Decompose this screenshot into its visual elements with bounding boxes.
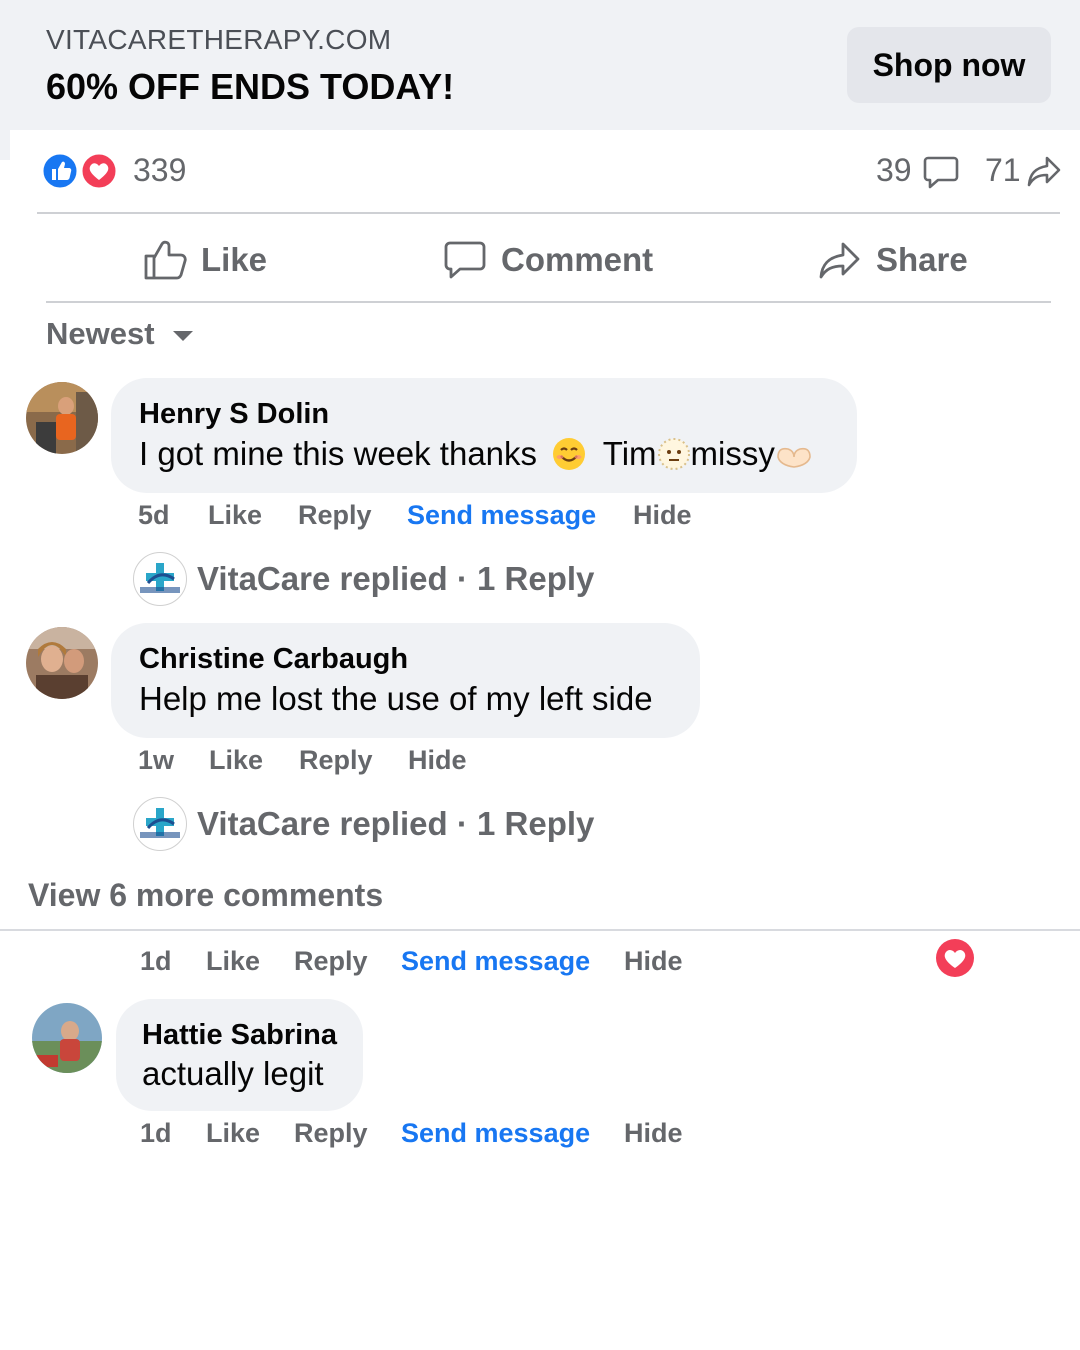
comment-bubble: Henry S Dolin I got mine this week thank…: [111, 378, 857, 493]
comment-text-part: Tim: [602, 435, 657, 472]
comment-reply-button[interactable]: Reply: [294, 946, 368, 977]
view-more-comments-link[interactable]: View 6 more comments: [28, 877, 383, 914]
sort-label: Newest: [46, 316, 155, 351]
comment-bubble-icon: [444, 241, 486, 279]
comment-time[interactable]: 5d: [138, 500, 170, 531]
vitacare-logo: [133, 797, 187, 851]
comment-hide-button[interactable]: Hide: [624, 946, 683, 977]
comment-time[interactable]: 1d: [140, 1118, 172, 1149]
comment-bubble: Christine Carbaugh Help me lost the use …: [111, 623, 700, 738]
thumbs-up-icon: [144, 240, 187, 280]
ad-domain[interactable]: VITACARETHERAPY.COM: [46, 24, 391, 56]
smiling-emoji-icon: [552, 437, 586, 479]
card-edge: [0, 130, 10, 160]
replies-summary[interactable]: VitaCare replied · 1 Reply: [133, 797, 594, 851]
avatar[interactable]: [32, 1003, 102, 1073]
comment-reply-button[interactable]: Reply: [298, 500, 372, 531]
vitacare-logo: [133, 552, 187, 606]
comment-sort-dropdown[interactable]: Newest: [46, 316, 193, 352]
comment-reply-button[interactable]: Reply: [299, 745, 373, 776]
comment-count-icon: [922, 152, 960, 195]
comment-label: Comment: [501, 241, 654, 278]
heart-hands-emoji-icon: [775, 439, 813, 477]
comment-like-button[interactable]: Like: [206, 946, 260, 977]
share-label: Share: [876, 241, 968, 278]
share-count[interactable]: 71: [985, 152, 1021, 189]
ad-headline[interactable]: 60% OFF ENDS TODAY!: [46, 66, 454, 108]
share-arrow-icon: [819, 242, 860, 279]
send-message-link[interactable]: Send message: [401, 946, 590, 977]
reaction-count[interactable]: 339: [133, 152, 186, 189]
avatar[interactable]: [26, 382, 98, 454]
love-reaction-icon[interactable]: [934, 937, 976, 979]
comment-author[interactable]: Christine Carbaugh: [139, 643, 408, 676]
send-message-link[interactable]: Send message: [407, 500, 596, 531]
avatar[interactable]: [26, 627, 98, 699]
comment-time[interactable]: 1w: [138, 745, 174, 776]
comment-button[interactable]: Comment: [443, 238, 653, 282]
comment-hide-button[interactable]: Hide: [408, 745, 467, 776]
like-reaction-icon: [40, 151, 119, 191]
caret-down-icon: [172, 331, 193, 341]
like-label: Like: [201, 241, 268, 278]
divider: [46, 301, 1051, 303]
comment-like-button[interactable]: Like: [208, 500, 262, 531]
replies-summary-text: VitaCare replied · 1 Reply: [197, 560, 595, 597]
reaction-icons[interactable]: [40, 151, 120, 191]
replies-summary[interactable]: VitaCare replied · 1 Reply: [133, 552, 594, 606]
comment-text: I got mine this week thanks Tim missy: [139, 435, 813, 479]
divider: [0, 929, 1080, 931]
comment-count[interactable]: 39: [876, 152, 912, 189]
shop-now-button[interactable]: Shop now: [847, 27, 1051, 103]
comment-like-button[interactable]: Like: [206, 1118, 260, 1149]
comment-like-button[interactable]: Like: [209, 745, 263, 776]
comment-text-part: I got mine this week thanks: [139, 435, 538, 472]
share-button[interactable]: Share: [818, 238, 968, 282]
comment-author[interactable]: Henry S Dolin: [139, 398, 329, 431]
dotted-face-emoji-icon: [657, 437, 691, 479]
comment-bubble: Hattie Sabrina actually legit: [116, 999, 363, 1111]
replies-summary-text: VitaCare replied · 1 Reply: [197, 805, 595, 842]
comment-time[interactable]: 1d: [140, 946, 172, 977]
send-message-link[interactable]: Send message: [401, 1118, 590, 1149]
comment-text: Help me lost the use of my left side: [139, 680, 653, 717]
comment-hide-button[interactable]: Hide: [624, 1118, 683, 1149]
share-count-icon: [1025, 152, 1063, 195]
divider: [37, 212, 1060, 214]
comment-text: actually legit: [142, 1055, 324, 1092]
comment-text-part: missy: [690, 435, 775, 472]
comment-reply-button[interactable]: Reply: [294, 1118, 368, 1149]
like-button[interactable]: Like: [143, 238, 267, 282]
comment-hide-button[interactable]: Hide: [633, 500, 692, 531]
comment-author[interactable]: Hattie Sabrina: [142, 1019, 337, 1052]
